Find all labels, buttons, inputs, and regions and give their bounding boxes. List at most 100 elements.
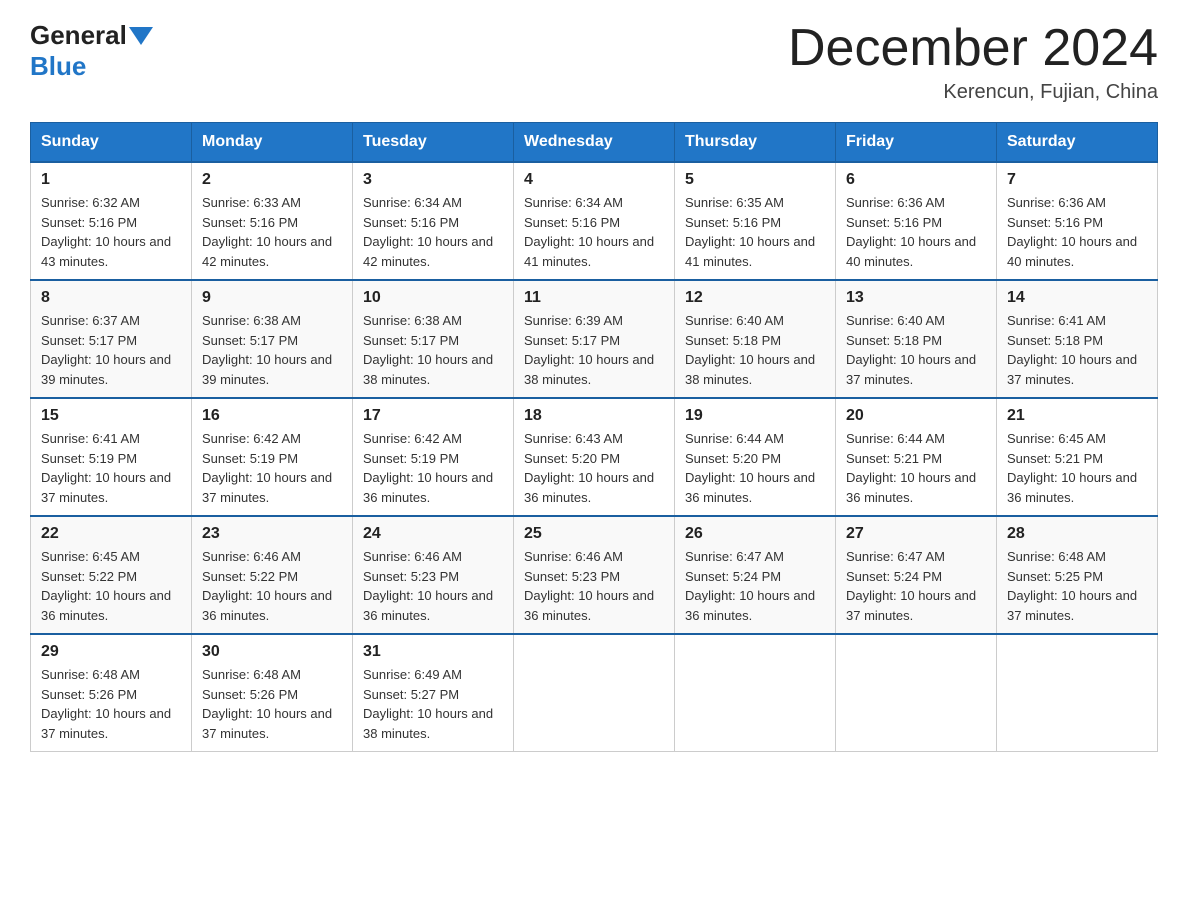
title-block: December 2024 Kerencun, Fujian, China — [788, 20, 1158, 104]
day-number: 1 — [41, 171, 181, 189]
calendar-week-row: 29 Sunrise: 6:48 AMSunset: 5:26 PMDaylig… — [31, 634, 1158, 752]
day-detail: Sunrise: 6:48 AMSunset: 5:26 PMDaylight:… — [202, 665, 342, 743]
day-number: 11 — [524, 289, 664, 307]
day-number: 22 — [41, 525, 181, 543]
day-detail: Sunrise: 6:42 AMSunset: 5:19 PMDaylight:… — [202, 429, 342, 507]
day-number: 8 — [41, 289, 181, 307]
day-detail: Sunrise: 6:45 AMSunset: 5:21 PMDaylight:… — [1007, 429, 1147, 507]
calendar-day-cell: 11 Sunrise: 6:39 AMSunset: 5:17 PMDaylig… — [514, 280, 675, 398]
calendar-day-cell: 21 Sunrise: 6:45 AMSunset: 5:21 PMDaylig… — [997, 398, 1158, 516]
logo-triangle-icon — [129, 27, 153, 45]
day-detail: Sunrise: 6:32 AMSunset: 5:16 PMDaylight:… — [41, 193, 181, 271]
day-detail: Sunrise: 6:46 AMSunset: 5:23 PMDaylight:… — [363, 547, 503, 625]
day-detail: Sunrise: 6:48 AMSunset: 5:25 PMDaylight:… — [1007, 547, 1147, 625]
day-of-week-header: Saturday — [997, 123, 1158, 163]
day-number: 30 — [202, 643, 342, 661]
calendar-day-cell: 24 Sunrise: 6:46 AMSunset: 5:23 PMDaylig… — [353, 516, 514, 634]
day-number: 21 — [1007, 407, 1147, 425]
day-number: 6 — [846, 171, 986, 189]
calendar-day-cell: 12 Sunrise: 6:40 AMSunset: 5:18 PMDaylig… — [675, 280, 836, 398]
day-number: 28 — [1007, 525, 1147, 543]
day-number: 7 — [1007, 171, 1147, 189]
day-number: 31 — [363, 643, 503, 661]
calendar-day-cell: 10 Sunrise: 6:38 AMSunset: 5:17 PMDaylig… — [353, 280, 514, 398]
calendar-day-cell: 20 Sunrise: 6:44 AMSunset: 5:21 PMDaylig… — [836, 398, 997, 516]
day-detail: Sunrise: 6:42 AMSunset: 5:19 PMDaylight:… — [363, 429, 503, 507]
day-number: 16 — [202, 407, 342, 425]
calendar-day-cell: 22 Sunrise: 6:45 AMSunset: 5:22 PMDaylig… — [31, 516, 192, 634]
day-detail: Sunrise: 6:44 AMSunset: 5:21 PMDaylight:… — [846, 429, 986, 507]
calendar-day-cell: 3 Sunrise: 6:34 AMSunset: 5:16 PMDayligh… — [353, 162, 514, 280]
day-number: 12 — [685, 289, 825, 307]
calendar-day-cell: 5 Sunrise: 6:35 AMSunset: 5:16 PMDayligh… — [675, 162, 836, 280]
day-of-week-header: Sunday — [31, 123, 192, 163]
month-year-title: December 2024 — [788, 20, 1158, 77]
day-number: 3 — [363, 171, 503, 189]
calendar-day-cell: 31 Sunrise: 6:49 AMSunset: 5:27 PMDaylig… — [353, 634, 514, 752]
calendar-day-cell: 18 Sunrise: 6:43 AMSunset: 5:20 PMDaylig… — [514, 398, 675, 516]
empty-cell — [997, 634, 1158, 752]
calendar-week-row: 15 Sunrise: 6:41 AMSunset: 5:19 PMDaylig… — [31, 398, 1158, 516]
calendar-day-cell: 29 Sunrise: 6:48 AMSunset: 5:26 PMDaylig… — [31, 634, 192, 752]
day-detail: Sunrise: 6:36 AMSunset: 5:16 PMDaylight:… — [1007, 193, 1147, 271]
calendar-header-row: SundayMondayTuesdayWednesdayThursdayFrid… — [31, 123, 1158, 163]
calendar-day-cell: 30 Sunrise: 6:48 AMSunset: 5:26 PMDaylig… — [192, 634, 353, 752]
day-detail: Sunrise: 6:40 AMSunset: 5:18 PMDaylight:… — [846, 311, 986, 389]
day-of-week-header: Monday — [192, 123, 353, 163]
calendar-day-cell: 14 Sunrise: 6:41 AMSunset: 5:18 PMDaylig… — [997, 280, 1158, 398]
day-of-week-header: Tuesday — [353, 123, 514, 163]
calendar-day-cell: 9 Sunrise: 6:38 AMSunset: 5:17 PMDayligh… — [192, 280, 353, 398]
day-detail: Sunrise: 6:47 AMSunset: 5:24 PMDaylight:… — [846, 547, 986, 625]
day-number: 24 — [363, 525, 503, 543]
day-detail: Sunrise: 6:47 AMSunset: 5:24 PMDaylight:… — [685, 547, 825, 625]
day-of-week-header: Thursday — [675, 123, 836, 163]
calendar-table: SundayMondayTuesdayWednesdayThursdayFrid… — [30, 122, 1158, 752]
day-detail: Sunrise: 6:44 AMSunset: 5:20 PMDaylight:… — [685, 429, 825, 507]
calendar-day-cell: 8 Sunrise: 6:37 AMSunset: 5:17 PMDayligh… — [31, 280, 192, 398]
day-detail: Sunrise: 6:33 AMSunset: 5:16 PMDaylight:… — [202, 193, 342, 271]
location-subtitle: Kerencun, Fujian, China — [788, 81, 1158, 104]
calendar-day-cell: 27 Sunrise: 6:47 AMSunset: 5:24 PMDaylig… — [836, 516, 997, 634]
day-number: 23 — [202, 525, 342, 543]
day-detail: Sunrise: 6:38 AMSunset: 5:17 PMDaylight:… — [363, 311, 503, 389]
day-detail: Sunrise: 6:48 AMSunset: 5:26 PMDaylight:… — [41, 665, 181, 743]
day-number: 27 — [846, 525, 986, 543]
calendar-day-cell: 15 Sunrise: 6:41 AMSunset: 5:19 PMDaylig… — [31, 398, 192, 516]
calendar-day-cell: 13 Sunrise: 6:40 AMSunset: 5:18 PMDaylig… — [836, 280, 997, 398]
day-detail: Sunrise: 6:45 AMSunset: 5:22 PMDaylight:… — [41, 547, 181, 625]
day-number: 29 — [41, 643, 181, 661]
day-number: 10 — [363, 289, 503, 307]
day-number: 17 — [363, 407, 503, 425]
calendar-day-cell: 26 Sunrise: 6:47 AMSunset: 5:24 PMDaylig… — [675, 516, 836, 634]
calendar-day-cell: 16 Sunrise: 6:42 AMSunset: 5:19 PMDaylig… — [192, 398, 353, 516]
calendar-day-cell: 23 Sunrise: 6:46 AMSunset: 5:22 PMDaylig… — [192, 516, 353, 634]
day-detail: Sunrise: 6:46 AMSunset: 5:22 PMDaylight:… — [202, 547, 342, 625]
day-detail: Sunrise: 6:49 AMSunset: 5:27 PMDaylight:… — [363, 665, 503, 743]
calendar-day-cell: 4 Sunrise: 6:34 AMSunset: 5:16 PMDayligh… — [514, 162, 675, 280]
empty-cell — [514, 634, 675, 752]
calendar-week-row: 1 Sunrise: 6:32 AMSunset: 5:16 PMDayligh… — [31, 162, 1158, 280]
day-of-week-header: Wednesday — [514, 123, 675, 163]
day-detail: Sunrise: 6:39 AMSunset: 5:17 PMDaylight:… — [524, 311, 664, 389]
logo: General Blue — [30, 20, 155, 82]
calendar-day-cell: 1 Sunrise: 6:32 AMSunset: 5:16 PMDayligh… — [31, 162, 192, 280]
day-detail: Sunrise: 6:38 AMSunset: 5:17 PMDaylight:… — [202, 311, 342, 389]
day-detail: Sunrise: 6:43 AMSunset: 5:20 PMDaylight:… — [524, 429, 664, 507]
empty-cell — [836, 634, 997, 752]
calendar-day-cell: 7 Sunrise: 6:36 AMSunset: 5:16 PMDayligh… — [997, 162, 1158, 280]
day-number: 18 — [524, 407, 664, 425]
day-number: 9 — [202, 289, 342, 307]
day-detail: Sunrise: 6:36 AMSunset: 5:16 PMDaylight:… — [846, 193, 986, 271]
day-number: 4 — [524, 171, 664, 189]
day-number: 15 — [41, 407, 181, 425]
calendar-day-cell: 2 Sunrise: 6:33 AMSunset: 5:16 PMDayligh… — [192, 162, 353, 280]
day-of-week-header: Friday — [836, 123, 997, 163]
day-detail: Sunrise: 6:41 AMSunset: 5:19 PMDaylight:… — [41, 429, 181, 507]
calendar-day-cell: 17 Sunrise: 6:42 AMSunset: 5:19 PMDaylig… — [353, 398, 514, 516]
day-detail: Sunrise: 6:41 AMSunset: 5:18 PMDaylight:… — [1007, 311, 1147, 389]
day-number: 25 — [524, 525, 664, 543]
logo-blue-text: Blue — [30, 51, 86, 82]
day-detail: Sunrise: 6:40 AMSunset: 5:18 PMDaylight:… — [685, 311, 825, 389]
day-number: 5 — [685, 171, 825, 189]
day-number: 2 — [202, 171, 342, 189]
